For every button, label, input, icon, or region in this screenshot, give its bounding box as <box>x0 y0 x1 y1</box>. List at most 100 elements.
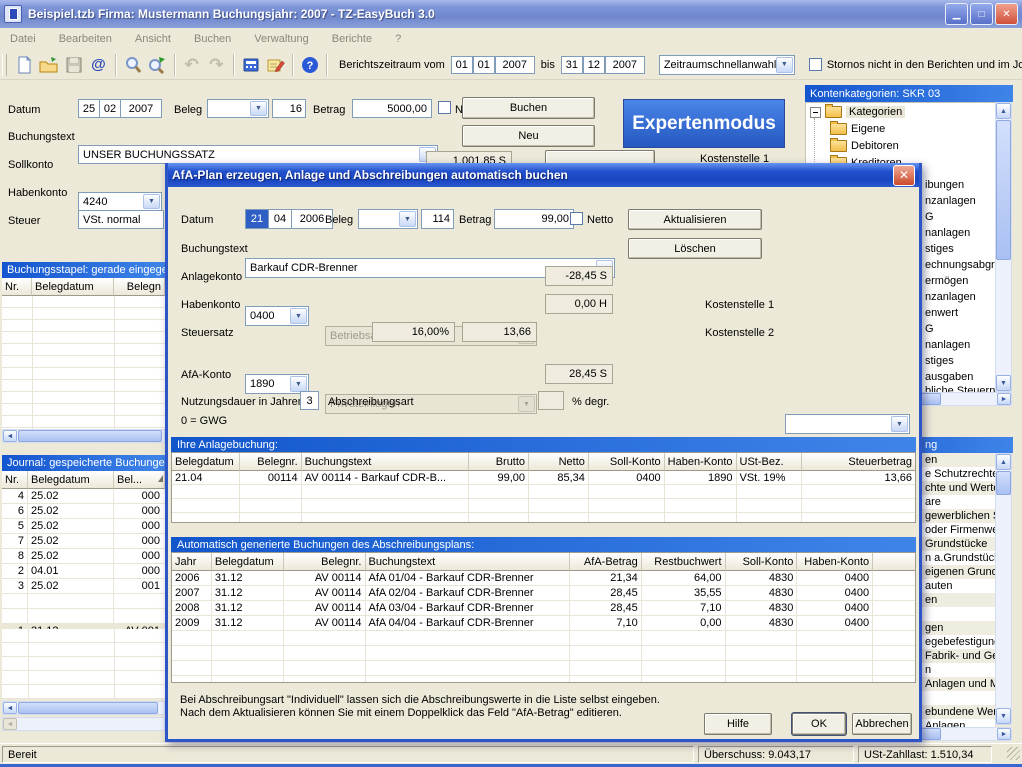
resize-grip[interactable] <box>1007 747 1020 760</box>
scroll-thumb[interactable] <box>996 120 1011 260</box>
column-header[interactable]: Buchungstext <box>366 553 570 571</box>
anlagekonto-combo[interactable]: 0400 ▼ <box>245 306 309 326</box>
journal-row[interactable]: 825.02000 <box>2 549 165 564</box>
steuer-field[interactable]: VSt. normal <box>78 210 164 229</box>
column-header[interactable]: Belegnr. <box>284 553 366 571</box>
column-header[interactable]: Belegdatum <box>32 278 114 296</box>
scroll-right-icon[interactable]: ► <box>997 393 1011 405</box>
chevron-down-icon[interactable]: ▼ <box>776 57 793 73</box>
menu-bearbeiten[interactable]: Bearbeiten <box>59 33 112 45</box>
column-header[interactable]: Buchungstext <box>302 453 470 471</box>
column-header[interactable]: Haben-Konto <box>665 453 737 471</box>
column-header[interactable]: Soll-Konto <box>726 553 798 571</box>
chevron-down-icon[interactable]: ▼ <box>250 101 267 116</box>
journal-row[interactable]: 525.02000 <box>2 519 165 534</box>
period-to-year[interactable]: 2007 <box>605 56 645 74</box>
beleg-combo[interactable]: ▼ <box>207 99 269 118</box>
list-vscrollbar[interactable]: ▲ ▼ <box>995 453 1012 725</box>
loeschen-button[interactable]: Löschen <box>628 238 762 259</box>
column-header[interactable]: Belegn <box>114 278 165 296</box>
journal-hscrollbar-2[interactable]: ◄ <box>2 717 165 731</box>
column-header[interactable]: Belegnr. <box>240 453 302 471</box>
collapse-icon[interactable] <box>810 107 821 118</box>
menu-berichte[interactable]: Berichte <box>332 33 372 45</box>
datum-year-field[interactable]: 2007 <box>120 99 162 118</box>
chevron-down-icon[interactable]: ▼ <box>143 194 160 209</box>
column-header[interactable]: Belegdatum <box>172 453 240 471</box>
netto-checkbox[interactable] <box>438 101 451 114</box>
menu-verwaltung[interactable]: Verwaltung <box>254 33 308 45</box>
nutzungsdauer-field[interactable]: 3 <box>300 391 319 410</box>
dialog-beleg-nr-field[interactable]: 114 <box>421 209 454 229</box>
dialog-datum-month-field[interactable]: 04 <box>268 209 292 229</box>
column-header[interactable]: Haben-Konto <box>797 553 873 571</box>
column-header[interactable]: Restbuchwert <box>642 553 726 571</box>
journal-row[interactable]: 204.01000 <box>2 564 165 579</box>
open-file-icon[interactable] <box>36 53 61 76</box>
calculator-icon[interactable] <box>238 53 263 76</box>
scroll-down-icon[interactable]: ▼ <box>996 708 1011 724</box>
menu-buchen[interactable]: Buchen <box>194 33 231 45</box>
undo-icon[interactable]: ↶ <box>179 53 204 76</box>
column-header[interactable]: Nr. <box>2 278 32 296</box>
maximize-icon[interactable]: □ <box>970 3 993 25</box>
aktualisieren-button[interactable]: Aktualisieren <box>628 209 762 230</box>
journal-row[interactable]: 425.02000 <box>2 489 165 504</box>
period-from-day[interactable]: 01 <box>451 56 473 74</box>
table-row[interactable]: 200931.12 AV 00114AfA 04/04 - Barkauf CD… <box>172 616 915 631</box>
column-header[interactable]: USt-Bez. <box>737 453 803 471</box>
scroll-up-icon[interactable]: ▲ <box>996 103 1011 119</box>
stapel-hscrollbar[interactable]: ◄ <box>2 429 165 443</box>
buchen-button[interactable]: Buchen <box>462 97 595 119</box>
search-icon[interactable] <box>120 53 145 76</box>
scroll-thumb[interactable] <box>18 702 158 714</box>
scroll-right-icon[interactable]: ► <box>997 728 1011 740</box>
redo-icon[interactable]: ↷ <box>204 53 229 76</box>
expertenmodus-button[interactable]: Expertenmodus <box>623 99 785 148</box>
period-to-day[interactable]: 31 <box>561 56 583 74</box>
journal-row[interactable]: 325.02001 <box>2 579 165 594</box>
scroll-up-icon[interactable]: ▲ <box>996 454 1011 470</box>
ok-button[interactable]: OK <box>792 713 846 735</box>
betrag-field[interactable]: 5000,00 <box>352 99 432 118</box>
column-header[interactable]: Soll-Konto <box>589 453 665 471</box>
email-icon[interactable]: @ <box>86 53 111 76</box>
table-row[interactable]: 200831.12 AV 00114AfA 03/04 - Barkauf CD… <box>172 601 915 616</box>
scroll-left-icon[interactable]: ◄ <box>3 702 17 714</box>
column-header[interactable]: Steuerbetrag <box>802 453 915 471</box>
tree-node-debitoren[interactable]: Debitoren <box>830 140 899 152</box>
column-header[interactable]: Brutto <box>469 453 529 471</box>
table-row[interactable]: 21.0400114 AV 00114 - Barkauf CDR-B...99… <box>172 471 915 485</box>
abbrechen-button[interactable]: Abbrechen <box>852 713 912 735</box>
dialog-betrag-field[interactable]: 99,00 <box>494 209 574 229</box>
scroll-thumb[interactable] <box>18 430 162 442</box>
menu-hilfe[interactable]: ? <box>395 33 401 45</box>
dialog-close-icon[interactable]: ✕ <box>893 165 915 186</box>
dialog-datum-day-field[interactable]: 21 <box>245 209 269 229</box>
column-header[interactable]: AfA-Betrag <box>570 553 642 571</box>
quick-period-select[interactable]: Zeitraumschnellanwahl ▼ <box>659 55 795 75</box>
new-document-icon[interactable] <box>11 53 36 76</box>
datum-day-field[interactable]: 25 <box>78 99 100 118</box>
close-icon[interactable]: ✕ <box>995 3 1018 25</box>
scroll-down-icon[interactable]: ▼ <box>996 375 1011 391</box>
search-accounts-icon[interactable] <box>145 53 170 76</box>
sollkonto-combo[interactable]: 4240 ▼ <box>78 192 162 211</box>
help-icon[interactable]: ? <box>297 53 322 76</box>
kostenstelle1-combo[interactable]: ▼ <box>785 414 910 434</box>
datum-month-field[interactable]: 02 <box>99 99 121 118</box>
beleg-nr-field[interactable]: 16 <box>272 99 306 118</box>
minimize-icon[interactable]: ▁ <box>945 3 968 25</box>
neu-button[interactable]: Neu <box>462 125 595 147</box>
journal-row[interactable]: 625.02000 <box>2 504 165 519</box>
dialog-netto-checkbox[interactable] <box>570 212 583 225</box>
column-header[interactable]: Belegdatum <box>212 553 284 571</box>
chevron-down-icon[interactable]: ▼ <box>290 308 307 324</box>
tree-node-kategorien[interactable]: Kategorien <box>810 106 905 118</box>
period-from-month[interactable]: 01 <box>473 56 495 74</box>
table-row[interactable]: 200631.12 AV 00114AfA 01/04 - Barkauf CD… <box>172 571 915 586</box>
period-from-year[interactable]: 2007 <box>495 56 535 74</box>
column-header[interactable]: Nr. <box>2 471 28 489</box>
period-to-month[interactable]: 12 <box>583 56 605 74</box>
scroll-left-icon[interactable]: ◄ <box>3 430 17 442</box>
